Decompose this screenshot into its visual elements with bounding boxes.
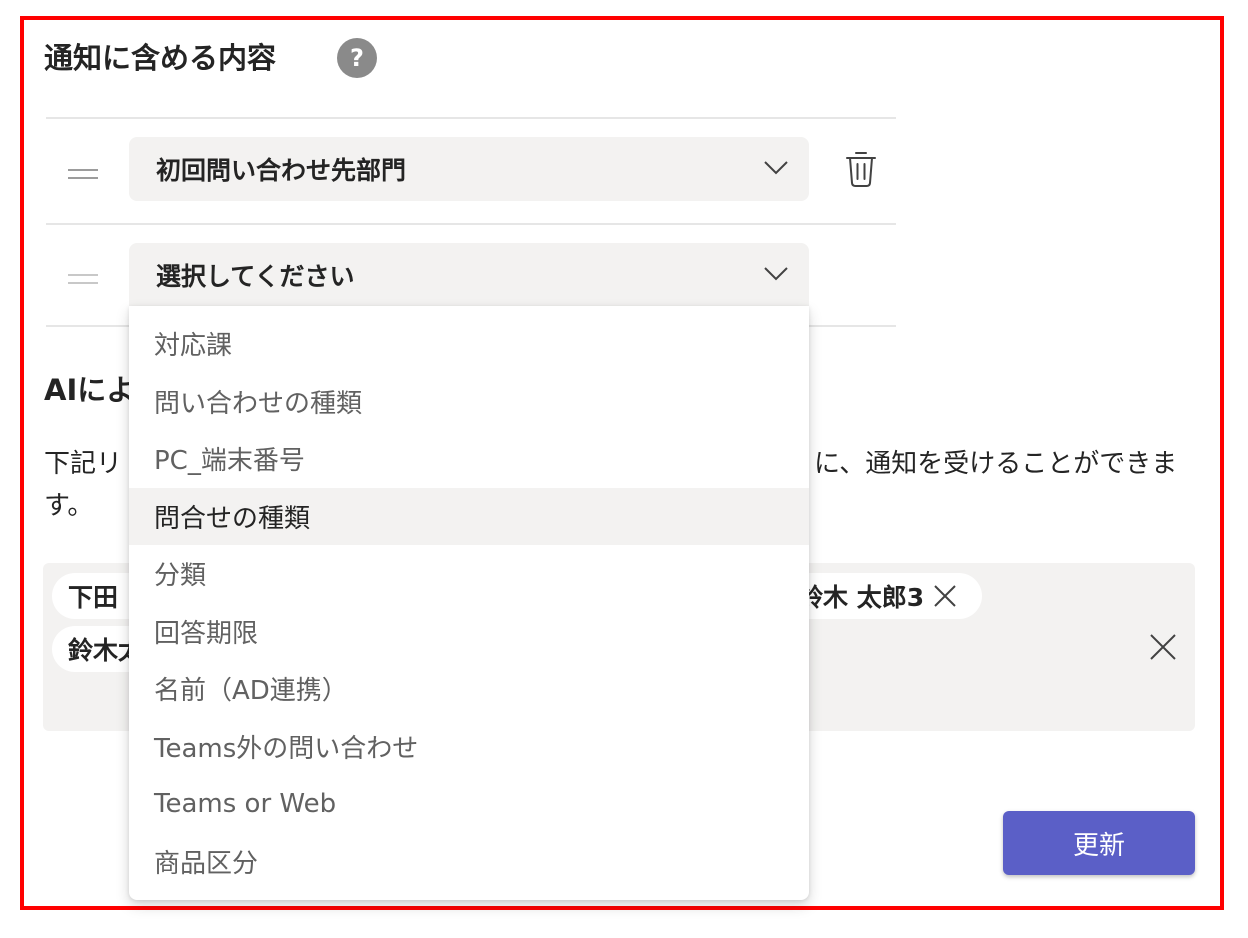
field-select-value: 選択してください (156, 262, 355, 291)
help-icon[interactable]: ? (337, 38, 377, 78)
recipient-chip-label: 下田 (68, 583, 119, 612)
field-select-2[interactable]: 選択してください (129, 243, 809, 307)
field-select-value: 初回問い合わせ先部門 (156, 156, 407, 185)
update-button[interactable]: 更新 (1003, 811, 1195, 875)
dropdown-option[interactable]: PC_端末番号 (129, 430, 809, 488)
divider (46, 223, 896, 225)
field-select-1[interactable]: 初回問い合わせ先部門 (129, 137, 809, 201)
ai-section-heading: AIによ (44, 373, 136, 407)
drag-handle-icon[interactable] (68, 274, 98, 284)
trash-icon[interactable] (845, 150, 877, 188)
drag-handle-icon[interactable] (68, 169, 98, 179)
dropdown-menu: 対応課 問い合わせの種類 PC_端末番号 問合せの種類 分類 回答期限 名前（A… (129, 306, 809, 900)
dropdown-option[interactable]: 対応課 (129, 315, 809, 373)
dropdown-option-hovered[interactable]: 問合せの種類 (129, 487, 809, 545)
section-title: 通知に含める内容 (44, 41, 277, 75)
ai-description-left: 下記リ (44, 449, 123, 479)
close-icon[interactable] (1148, 632, 1178, 662)
chevron-down-icon (764, 161, 788, 175)
dropdown-option[interactable]: 商品区分 (129, 833, 809, 891)
dropdown-option[interactable]: Teams or Web (129, 775, 809, 833)
divider (46, 117, 896, 119)
dropdown-option[interactable]: 名前（AD連携） (129, 660, 809, 718)
dropdown-option[interactable]: 問い合わせの種類 (129, 373, 809, 431)
dropdown-option[interactable]: Teams外の問い合わせ (129, 718, 809, 776)
chevron-down-icon (764, 267, 788, 281)
dropdown-option[interactable]: 回答期限 (129, 603, 809, 661)
close-icon[interactable] (932, 583, 958, 609)
dropdown-option[interactable]: 分類 (129, 545, 809, 603)
ai-description-right: に、通知を受けることができま (814, 449, 1178, 479)
recipient-chip-label: 鈴木 太郎3 (798, 583, 925, 612)
